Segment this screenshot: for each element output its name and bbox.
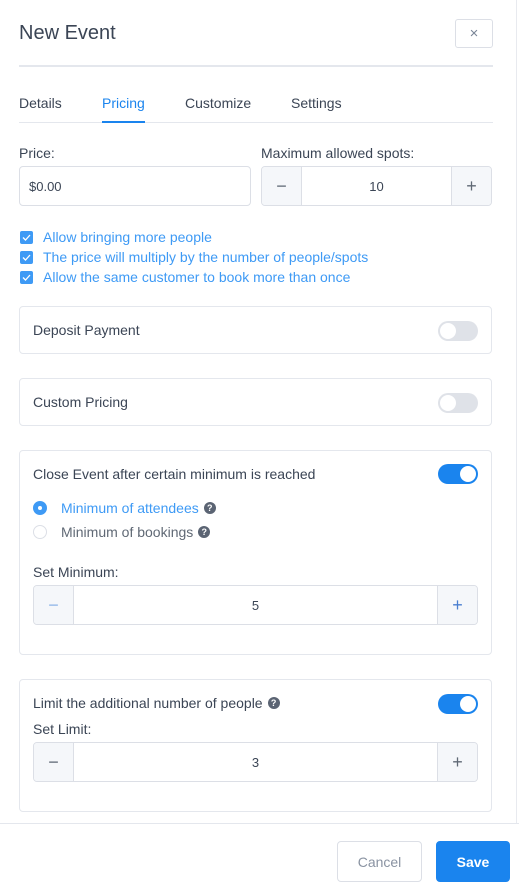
set-minimum-label: Set Minimum: <box>33 564 119 580</box>
minus-icon: − <box>48 751 59 772</box>
radio-minimum-attendees[interactable]: Minimum of attendees ? <box>33 500 216 516</box>
checkbox-label: The price will multiply by the number of… <box>43 249 369 265</box>
radio-minimum-bookings[interactable]: Minimum of bookings ? <box>33 524 211 540</box>
checkbox-allow-more-people[interactable]: Allow bringing more people <box>20 229 212 245</box>
toggle-knob <box>440 323 456 339</box>
close-icon: × <box>469 25 479 42</box>
set-minimum-stepper: − 5 + <box>33 585 478 625</box>
page-title: New Event <box>19 22 116 44</box>
checkbox-price-multiply[interactable]: The price will multiply by the number of… <box>20 249 368 265</box>
tab-pricing[interactable]: Pricing <box>102 95 145 123</box>
tab-settings[interactable]: Settings <box>291 95 342 121</box>
plus-icon: + <box>466 175 477 196</box>
toggle-knob <box>460 466 476 482</box>
radio-selected-icon[interactable] <box>33 501 47 515</box>
close-event-card: Close Event after certain minimum is rea… <box>19 450 492 655</box>
deposit-payment-label: Deposit Payment <box>33 322 140 338</box>
price-input[interactable]: $0.00 <box>19 166 251 206</box>
set-minimum-increment-button[interactable]: + <box>437 586 477 624</box>
minus-icon: − <box>276 175 287 196</box>
scrollbar-track[interactable] <box>516 0 517 824</box>
modal-header: New Event × <box>19 0 493 67</box>
limit-people-card: Limit the additional number of people ? … <box>19 679 492 812</box>
help-icon[interactable]: ? <box>203 502 216 514</box>
limit-people-label-wrap: Limit the additional number of people ? <box>33 695 280 711</box>
tab-customize[interactable]: Customize <box>185 95 251 121</box>
toggle-knob <box>440 395 456 411</box>
checkbox-checked-icon[interactable] <box>20 270 33 284</box>
max-spots-decrement-button[interactable]: − <box>262 167 302 205</box>
set-limit-increment-button[interactable]: + <box>437 743 477 781</box>
checkbox-label: Allow the same customer to book more tha… <box>43 269 351 285</box>
minus-icon: − <box>48 594 59 615</box>
limit-people-toggle[interactable] <box>438 694 478 714</box>
set-minimum-decrement-button[interactable]: − <box>34 586 74 624</box>
custom-pricing-card: Custom Pricing <box>19 378 492 426</box>
cancel-button[interactable]: Cancel <box>337 841 422 882</box>
radio-unselected-icon[interactable] <box>33 525 47 539</box>
close-button[interactable]: × <box>455 19 493 48</box>
set-limit-decrement-button[interactable]: − <box>34 743 74 781</box>
plus-icon: + <box>452 594 463 615</box>
toggle-knob <box>460 696 476 712</box>
set-minimum-input[interactable]: 5 <box>74 586 437 624</box>
checkbox-checked-icon[interactable] <box>20 230 33 244</box>
plus-icon: + <box>452 751 463 772</box>
deposit-payment-card: Deposit Payment <box>19 306 492 354</box>
checkbox-checked-icon[interactable] <box>20 250 33 264</box>
radio-label-wrap: Minimum of attendees ? <box>61 500 216 516</box>
help-icon[interactable]: ? <box>198 526 211 538</box>
close-event-toggle[interactable] <box>438 464 478 484</box>
deposit-payment-toggle[interactable] <box>438 321 478 341</box>
modal-footer: Cancel Save <box>0 823 519 887</box>
radio-label: Minimum of bookings <box>61 524 194 540</box>
tab-details[interactable]: Details <box>19 95 62 121</box>
max-spots-stepper: − 10 + <box>261 166 492 206</box>
radio-label: Minimum of attendees <box>61 500 199 516</box>
max-spots-input[interactable]: 10 <box>302 167 451 205</box>
save-button[interactable]: Save <box>436 841 510 882</box>
close-event-label: Close Event after certain minimum is rea… <box>33 466 316 482</box>
set-limit-label: Set Limit: <box>33 721 92 737</box>
custom-pricing-label: Custom Pricing <box>33 394 128 410</box>
price-label: Price: <box>19 145 55 161</box>
help-icon[interactable]: ? <box>267 697 280 709</box>
set-limit-input[interactable]: 3 <box>74 743 437 781</box>
checkbox-book-more-than-once[interactable]: Allow the same customer to book more tha… <box>20 269 350 285</box>
price-value: $0.00 <box>29 178 62 194</box>
tab-bar: Details Pricing Customize Settings <box>19 84 493 123</box>
set-limit-stepper: − 3 + <box>33 742 478 782</box>
checkbox-label: Allow bringing more people <box>43 229 212 245</box>
radio-label-wrap: Minimum of bookings ? <box>61 524 211 540</box>
max-spots-increment-button[interactable]: + <box>451 167 491 205</box>
limit-people-label: Limit the additional number of people <box>33 695 263 711</box>
custom-pricing-toggle[interactable] <box>438 393 478 413</box>
max-spots-label: Maximum allowed spots: <box>261 145 415 161</box>
